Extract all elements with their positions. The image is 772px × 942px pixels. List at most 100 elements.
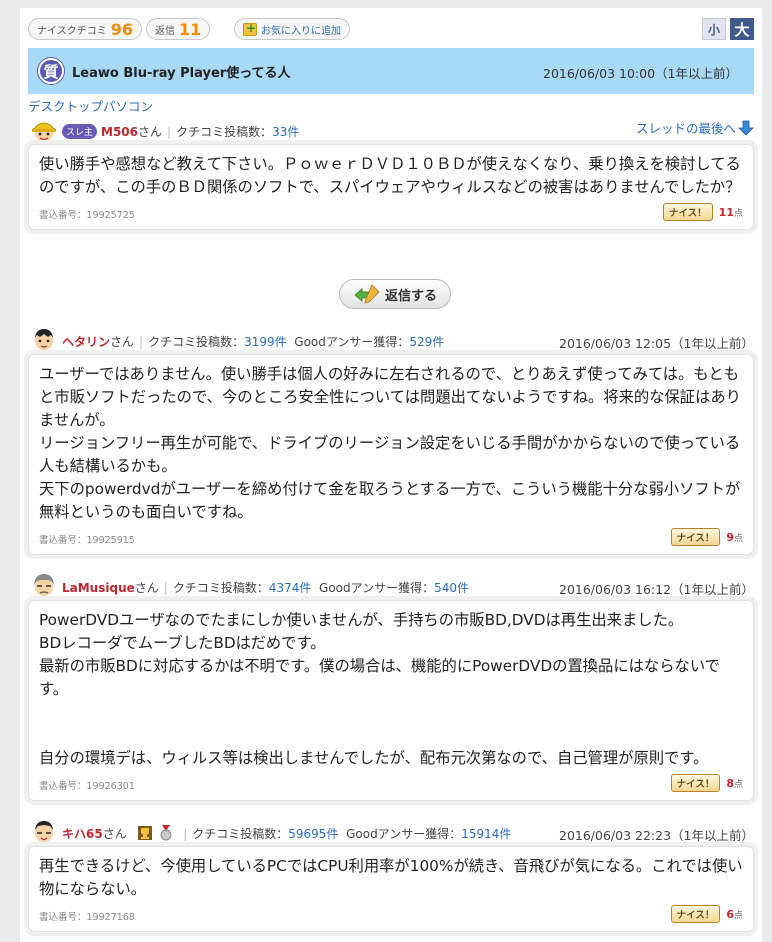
post-footer: 書込番号：19925915 ナイス！ 9点 <box>39 524 743 554</box>
favorite-folder-icon <box>243 21 257 36</box>
favorite-label: お気に入りに追加 <box>261 25 341 37</box>
separator: | <box>163 581 168 595</box>
reply-count: 11 <box>179 19 202 39</box>
post-count-label: クチコミ投稿数： <box>148 335 245 349</box>
post-header: キハ65さん | クチコミ投稿数：59695件 Goodアンサー獲得：15914件… <box>28 818 754 846</box>
user-avatar-icon[interactable] <box>30 572 58 600</box>
reply-count-pill[interactable]: 返信 11 <box>146 18 211 40</box>
nice-area: ナイス！ 11 点 <box>662 203 743 221</box>
arrow-down-icon <box>738 120 754 136</box>
post-number: 書込番号：19926301 <box>39 781 135 792</box>
user-avatar-icon[interactable] <box>30 818 58 846</box>
post-item: LaMusiqueさん | クチコミ投稿数：4374件 Goodアンサー獲得：540… <box>28 572 754 801</box>
post-box: PowerDVDユーザなのでたまにしか使いませんが、手持ちの市販BD,DVDは再… <box>28 600 754 801</box>
reply-label: 返信 <box>155 25 175 37</box>
points-unit: 点 <box>733 533 743 544</box>
user-avatar-icon[interactable] <box>30 116 58 144</box>
good-answer-label: Goodアンサー獲得： <box>346 827 462 841</box>
nice-button[interactable]: ナイス！ <box>662 203 713 221</box>
good-answer-count[interactable]: 15914件 <box>461 827 511 841</box>
post-count-label: クチコミ投稿数： <box>172 581 269 595</box>
post-footer: 書込番号：19925725 ナイス！ 11 点 <box>39 199 743 229</box>
post-date: 2016/06/03 22:23（1年以上前） <box>559 828 754 843</box>
font-size-large-button[interactable]: 大 <box>730 18 754 40</box>
separator: | <box>139 335 144 349</box>
honorific: さん <box>110 335 135 349</box>
points-unit: 点 <box>733 208 743 219</box>
nice-area: ナイス！ 6点 <box>670 905 743 923</box>
question-title: Leawo Blu-ray Player使ってる人 <box>72 65 291 81</box>
post-box: 再生できるけど、今使用しているPCではCPU利用率が100%が続き、音飛びが気に… <box>28 846 754 932</box>
honorific: さん <box>138 125 163 139</box>
user-line: スレ主 M506さん | クチコミ投稿数：33件 <box>62 123 299 140</box>
user-name[interactable]: M506 <box>101 125 138 139</box>
post-body: PowerDVDユーザなのでたまにしか使いませんが、手持ちの市販BD,DVDは再… <box>39 611 720 767</box>
post-box: ユーザーではありません。使い勝手は個人の好みに左右されるので、とりあえず使ってみ… <box>28 354 754 555</box>
jump-to-last-link[interactable]: スレッドの最後へ <box>636 118 754 137</box>
post-date: 2016/06/03 16:12（1年以上前） <box>559 582 754 597</box>
post-footer: 書込番号：19927168 ナイス！ 6点 <box>39 901 743 931</box>
post-item: ヘタリンさん | クチコミ投稿数：3199件 Goodアンサー獲得：529件 201… <box>28 326 754 555</box>
nice-area: ナイス！ 8点 <box>670 774 743 792</box>
question-header: 質 Leawo Blu-ray Player使ってる人 2016/06/03 1… <box>28 48 754 94</box>
user-line: LaMusiqueさん | クチコミ投稿数：4374件 Goodアンサー獲得：540… <box>62 579 469 596</box>
honorific: さん <box>134 581 159 595</box>
font-size-small-button[interactable]: 小 <box>702 18 726 40</box>
nice-button[interactable]: ナイス！ <box>670 528 721 546</box>
post-count[interactable]: 59695件 <box>288 827 338 841</box>
category-link[interactable]: デスクトップパソコン <box>28 96 153 115</box>
nice-points: 6 <box>726 907 734 921</box>
points-unit: 点 <box>733 779 743 790</box>
points-unit: 点 <box>733 910 743 921</box>
reply-button[interactable]: 返信する <box>339 279 451 309</box>
post-count[interactable]: 3199件 <box>244 335 287 349</box>
separator: | <box>183 827 188 841</box>
post-header: ヘタリンさん | クチコミ投稿数：3199件 Goodアンサー獲得：529件 201… <box>28 326 754 354</box>
post-body: 再生できるけど、今使用しているPCではCPU利用率が100%が続き、音飛びが気に… <box>39 857 743 898</box>
post-item: スレ主 M506さん | クチコミ投稿数：33件 スレッドの最後へ 使い勝手や感想など… <box>28 116 754 230</box>
honorific: さん <box>102 827 127 841</box>
post-footer: 書込番号：19926301 ナイス！ 8点 <box>39 770 743 800</box>
user-avatar-icon[interactable] <box>30 326 58 354</box>
separator: | <box>167 125 172 139</box>
nice-points: 9 <box>726 530 734 544</box>
reply-button-label: 返信する <box>384 288 437 304</box>
user-name[interactable]: キハ65 <box>62 827 103 841</box>
good-answer-label: Goodアンサー獲得： <box>294 335 410 349</box>
post-header: スレ主 M506さん | クチコミ投稿数：33件 スレッドの最後へ <box>28 116 754 144</box>
good-answer-label: Goodアンサー獲得： <box>319 581 435 595</box>
post-number: 書込番号：19927168 <box>39 912 135 923</box>
nice-points: 8 <box>726 776 734 790</box>
post-box: 使い勝手や感想など教えて下さい。ＰｏｗｅｒＤＶＤ１０ＢＤが使えなくなり、乗り換え… <box>28 144 754 230</box>
nice-points: 11 <box>718 205 734 219</box>
thread-toolbar: ナイスクチコミ 96 返信 11 お気に入りに追加 小 大 <box>28 18 754 40</box>
good-answer-count[interactable]: 529件 <box>409 335 444 349</box>
post-header: LaMusiqueさん | クチコミ投稿数：4374件 Goodアンサー獲得：540… <box>28 572 754 600</box>
post-count-label: クチコミ投稿数： <box>192 827 289 841</box>
post-number: 書込番号：19925725 <box>39 210 135 221</box>
post-count[interactable]: 4374件 <box>269 581 312 595</box>
nice-label: ナイスクチコミ <box>37 25 107 37</box>
user-name[interactable]: ヘタリン <box>62 335 110 349</box>
post-item: キハ65さん | クチコミ投稿数：59695件 Goodアンサー獲得：15914件… <box>28 818 754 932</box>
jump-to-last-label: スレッドの最後へ <box>635 121 736 136</box>
reply-pencil-icon <box>354 284 380 304</box>
thread-frame: ナイスクチコミ 96 返信 11 お気に入りに追加 小 大 質 Leawo Bl… <box>20 8 762 942</box>
good-answer-count[interactable]: 540件 <box>434 581 469 595</box>
thread-owner-badge: スレ主 <box>62 124 98 139</box>
user-line: キハ65さん | クチコミ投稿数：59695件 Goodアンサー獲得：15914件 <box>62 825 511 842</box>
nice-area: ナイス！ 9点 <box>670 528 743 546</box>
nice-count: 96 <box>110 19 133 39</box>
nice-button[interactable]: ナイス！ <box>670 774 721 792</box>
nice-button[interactable]: ナイス！ <box>670 905 721 923</box>
medal-icon <box>160 825 172 841</box>
question-badge-icon: 質 <box>38 58 64 84</box>
post-count[interactable]: 33件 <box>272 125 299 139</box>
post-number: 書込番号：19925915 <box>39 535 135 546</box>
post-count-label: クチコミ投稿数： <box>176 125 273 139</box>
nice-count-pill[interactable]: ナイスクチコミ 96 <box>28 18 142 40</box>
add-favorite-button[interactable]: お気に入りに追加 <box>234 18 350 40</box>
user-line: ヘタリンさん | クチコミ投稿数：3199件 Goodアンサー獲得：529件 <box>62 333 444 350</box>
user-name[interactable]: LaMusique <box>62 581 135 595</box>
question-date: 2016/06/03 10:00（1年以上前） <box>543 66 738 81</box>
